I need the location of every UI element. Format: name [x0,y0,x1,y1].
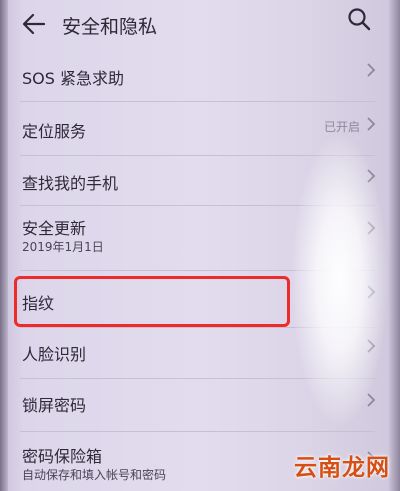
password-vault-description: 自动保存和填入帐号和密码 [22,468,167,482]
divider [20,378,375,379]
menu-item-location[interactable]: 定位服务 已开启 [10,104,382,154]
settings-screen: 安全和隐私 SOS 紧急求助 定位服务 已开启 查找我的手机 安全更新 2019… [0,0,400,491]
chevron-right-icon [367,63,376,77]
chevron-right-icon [367,339,376,353]
location-status: 已开启 [323,120,360,134]
menu-item-lock-screen-password[interactable]: 锁屏密码 [10,380,382,426]
back-arrow-icon[interactable] [20,10,48,38]
chevron-right-icon [367,221,376,235]
menu-item-label: 查找我的手机 [22,174,119,193]
divider [20,101,375,102]
chevron-right-icon [367,285,376,299]
divider [20,431,375,432]
fingerprint-highlight-box [14,276,290,327]
menu-item-security-update[interactable]: 安全更新 2019年1月1日 [10,208,382,268]
menu-item-find-my-phone[interactable]: 查找我的手机 [10,158,382,206]
security-update-date: 2019年1月1日 [22,240,104,254]
menu-item-sos[interactable]: SOS 紧急求助 [10,52,382,100]
menu-item-label: 定位服务 [22,122,87,141]
search-icon[interactable] [346,6,372,32]
divider [20,327,375,328]
app-bar: 安全和隐私 [0,0,400,50]
phone-bezel-right [388,0,400,491]
watermark: 云南龙网 [294,455,390,481]
divider [20,155,375,156]
chevron-right-icon [367,393,376,407]
page-title: 安全和隐私 [62,16,158,38]
divider [20,270,375,271]
chevron-right-icon [367,117,376,131]
menu-item-label: 锁屏密码 [22,396,87,415]
menu-item-label: 密码保险箱 [22,447,103,466]
menu-item-face-recognition[interactable]: 人脸识别 [10,330,382,378]
menu-item-label: 人脸识别 [22,345,87,364]
chevron-right-icon [367,169,376,183]
phone-bezel-left [0,0,8,491]
divider [20,205,375,206]
menu-item-label: SOS 紧急求助 [22,69,124,88]
menu-item-label: 安全更新 [22,219,87,238]
